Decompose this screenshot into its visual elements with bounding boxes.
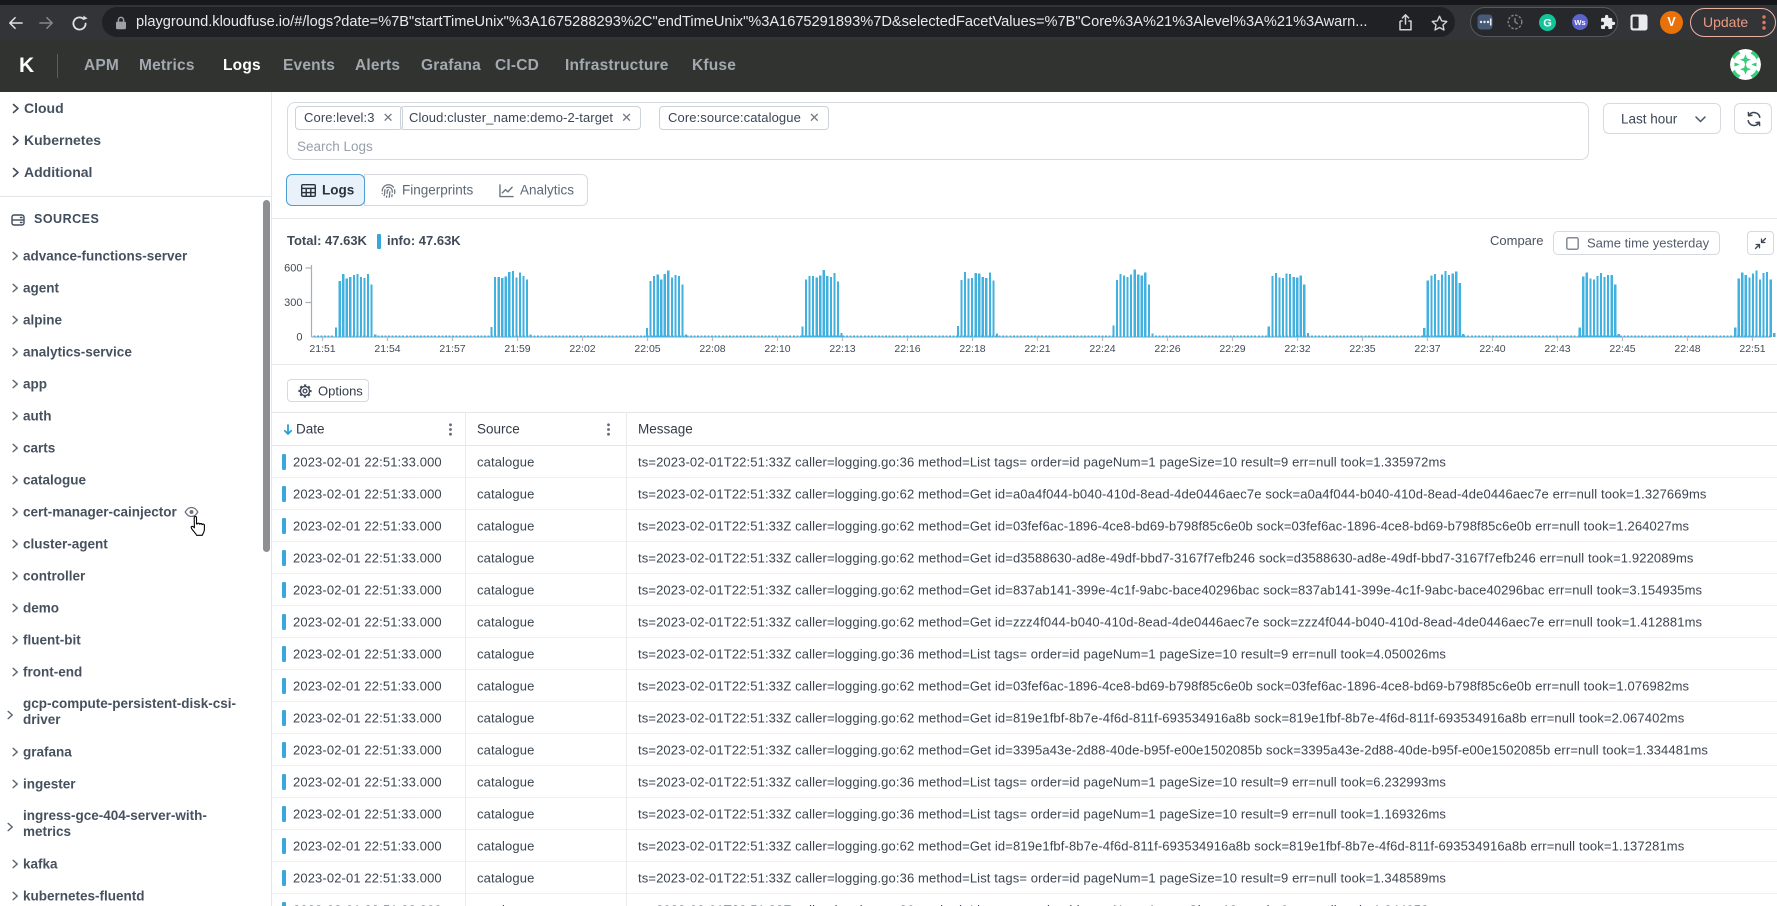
svg-text:22:37: 22:37 — [1414, 343, 1440, 355]
svg-text:22:02: 22:02 — [569, 343, 595, 355]
svg-text:22:24: 22:24 — [1089, 343, 1115, 355]
svg-text:22:18: 22:18 — [959, 343, 985, 355]
svg-text:22:26: 22:26 — [1154, 343, 1180, 355]
svg-text:21:59: 21:59 — [504, 343, 530, 355]
svg-text:22:32: 22:32 — [1284, 343, 1310, 355]
svg-text:0: 0 — [296, 332, 302, 344]
svg-text:22:13: 22:13 — [829, 343, 855, 355]
svg-text:21:51: 21:51 — [309, 343, 335, 355]
svg-text:Ws: Ws — [1574, 18, 1585, 27]
svg-text:22:35: 22:35 — [1349, 343, 1375, 355]
svg-text:22:51: 22:51 — [1739, 343, 1765, 355]
svg-text:22:43: 22:43 — [1544, 343, 1570, 355]
svg-text:21:54: 21:54 — [374, 343, 400, 355]
svg-text:22:10: 22:10 — [764, 343, 790, 355]
svg-text:21:57: 21:57 — [439, 343, 465, 355]
svg-text:22:40: 22:40 — [1479, 343, 1505, 355]
svg-text:22:29: 22:29 — [1219, 343, 1245, 355]
svg-text:300: 300 — [284, 297, 302, 309]
svg-text:22:16: 22:16 — [894, 343, 920, 355]
svg-text:22:45: 22:45 — [1609, 343, 1635, 355]
svg-text:22:05: 22:05 — [634, 343, 660, 355]
svg-text:22:21: 22:21 — [1024, 343, 1050, 355]
svg-text:22:48: 22:48 — [1674, 343, 1700, 355]
svg-text:22:08: 22:08 — [699, 343, 725, 355]
svg-text:G: G — [1543, 17, 1552, 29]
svg-text:600: 600 — [284, 263, 302, 275]
